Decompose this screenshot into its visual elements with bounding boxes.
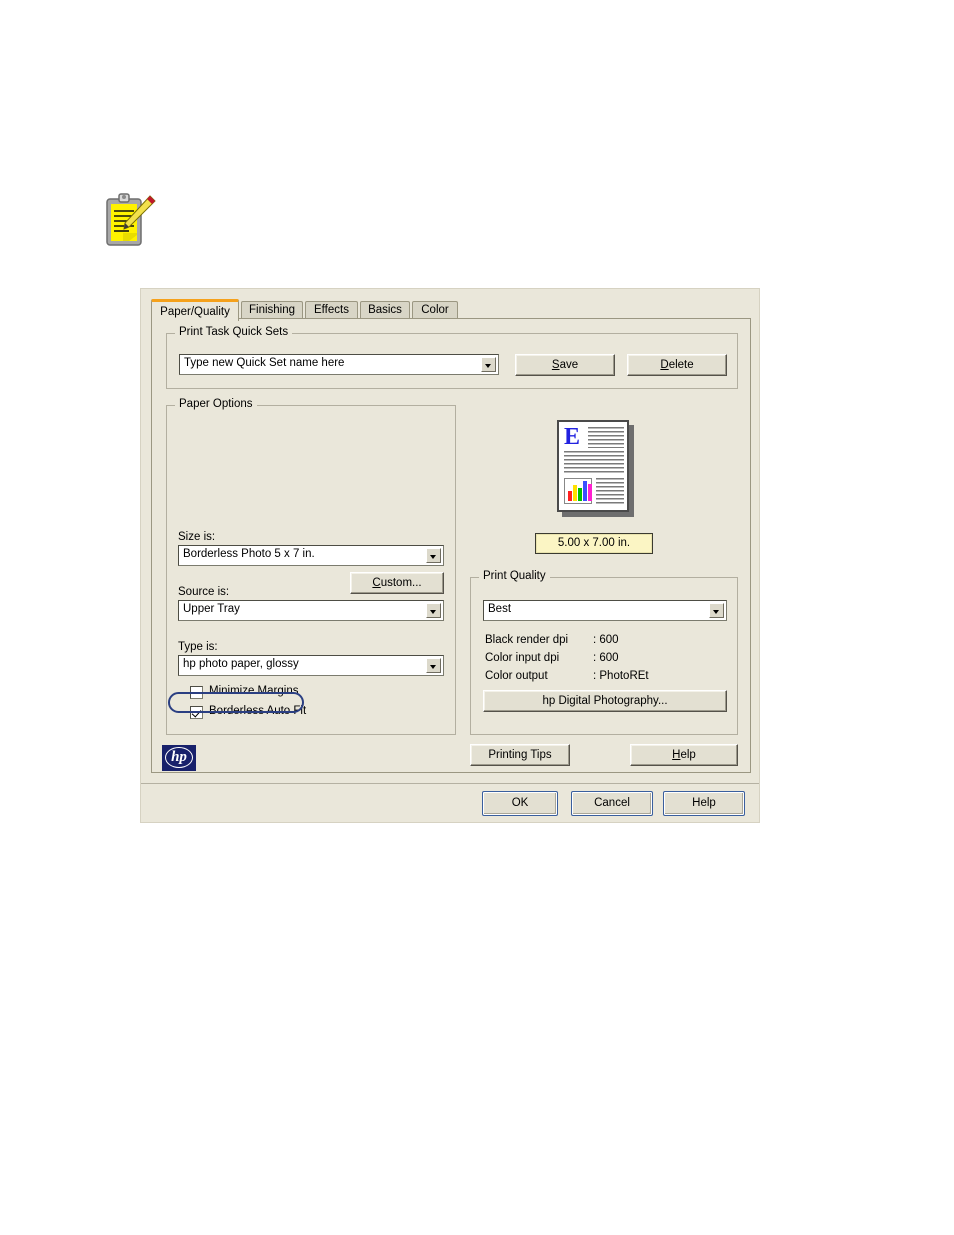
hp-digital-photography-button[interactable]: hp Digital Photography...	[483, 690, 727, 712]
help-button-tabpage[interactable]: Help	[630, 744, 738, 766]
value-black-render-dpi: : 600	[593, 634, 619, 646]
cancel-button[interactable]: Cancel	[571, 791, 653, 816]
chevron-down-icon[interactable]	[481, 357, 496, 372]
quick-set-name-combobox[interactable]: Type new Quick Set name here	[179, 354, 499, 375]
paper-source-combobox[interactable]: Upper Tray	[178, 600, 444, 621]
print-quality-value: Best	[488, 603, 512, 615]
minimize-margins-checkbox[interactable]	[190, 686, 203, 699]
label-black-render-dpi: Black render dpi	[485, 634, 569, 646]
tab-basics[interactable]: Basics	[360, 301, 410, 319]
paper-size-badge: 5.00 x 7.00 in.	[535, 533, 653, 554]
quick-set-name-value: Type new Quick Set name here	[184, 357, 345, 369]
paper-size-combobox[interactable]: Borderless Photo 5 x 7 in.	[178, 545, 444, 566]
paper-source-value: Upper Tray	[183, 603, 240, 615]
group-print-quality: Print Quality Best Black render dpi : 60…	[470, 570, 738, 735]
tab-effects[interactable]: Effects	[305, 301, 358, 319]
save-button-label: ave	[559, 359, 579, 371]
hp-logo-text: hp	[171, 749, 187, 765]
note-clipboard-pencil-icon	[101, 191, 159, 251]
label-source-is: Source is:	[178, 586, 230, 598]
value-color-output: : PhotoREt	[593, 670, 649, 682]
minimize-margins-label: Minimize Margins	[209, 685, 299, 697]
chevron-down-icon[interactable]	[426, 658, 441, 673]
paper-size-value: Borderless Photo 5 x 7 in.	[183, 548, 315, 560]
print-quality-combobox[interactable]: Best	[483, 600, 727, 621]
note-icon-svg	[106, 193, 156, 246]
label-color-input-dpi: Color input dpi	[485, 652, 560, 664]
chevron-down-icon[interactable]	[709, 603, 724, 618]
paper-type-combobox[interactable]: hp photo paper, glossy	[178, 655, 444, 676]
tab-paper-quality[interactable]: Paper/Quality	[151, 299, 239, 321]
group-title-print-quality: Print Quality	[479, 570, 550, 582]
label-size-is: Size is:	[178, 531, 216, 543]
save-button[interactable]: Save	[515, 354, 615, 376]
custom-button-mnemonic: C	[372, 577, 381, 589]
borderless-auto-fit-checkbox[interactable]	[190, 706, 203, 719]
tab-strip: Paper/Quality Finishing Effects Basics C…	[151, 299, 751, 321]
ok-button[interactable]: OK	[482, 791, 558, 816]
tab-finishing[interactable]: Finishing	[241, 301, 303, 319]
help-button-label: elp	[680, 749, 696, 761]
label-color-output: Color output	[485, 670, 548, 682]
borderless-auto-fit-label: Borderless Auto Fit	[209, 705, 307, 717]
value-color-input-dpi: : 600	[593, 652, 619, 664]
group-title-quick-sets: Print Task Quick Sets	[175, 326, 293, 338]
chevron-down-icon[interactable]	[426, 603, 441, 618]
preview-text-lines-top-right	[588, 427, 624, 448]
delete-button[interactable]: Delete	[627, 354, 727, 376]
delete-button-mnemonic: D	[660, 359, 669, 371]
group-title-paper-options: Paper Options	[175, 398, 257, 410]
save-button-mnemonic: S	[551, 359, 560, 371]
tab-page-paper-quality: Print Task Quick Sets Type new Quick Set…	[151, 318, 751, 773]
preview-text-lines-middle	[564, 451, 624, 473]
preview-text-lines-bottom-right	[596, 478, 624, 504]
label-type-is: Type is:	[178, 641, 218, 653]
printer-properties-dialog: Paper/Quality Finishing Effects Basics C…	[140, 288, 760, 823]
chevron-down-icon[interactable]	[426, 548, 441, 563]
page-preview-thumbnail: E	[557, 420, 629, 512]
group-print-task-quick-sets: Print Task Quick Sets Type new Quick Set…	[166, 326, 738, 389]
printing-tips-button[interactable]: Printing Tips	[470, 744, 570, 766]
preview-letter-e: E	[564, 424, 581, 450]
hp-logo: hp	[162, 745, 196, 771]
footer-divider	[141, 783, 759, 784]
custom-button[interactable]: Custom...	[350, 572, 444, 594]
delete-button-label: elete	[668, 359, 694, 371]
tab-color[interactable]: Color	[412, 301, 458, 319]
preview-bar-chart-icon	[564, 478, 592, 504]
custom-button-label: ustom...	[380, 577, 422, 589]
help-button-footer[interactable]: Help	[663, 791, 745, 816]
paper-type-value: hp photo paper, glossy	[183, 658, 299, 670]
